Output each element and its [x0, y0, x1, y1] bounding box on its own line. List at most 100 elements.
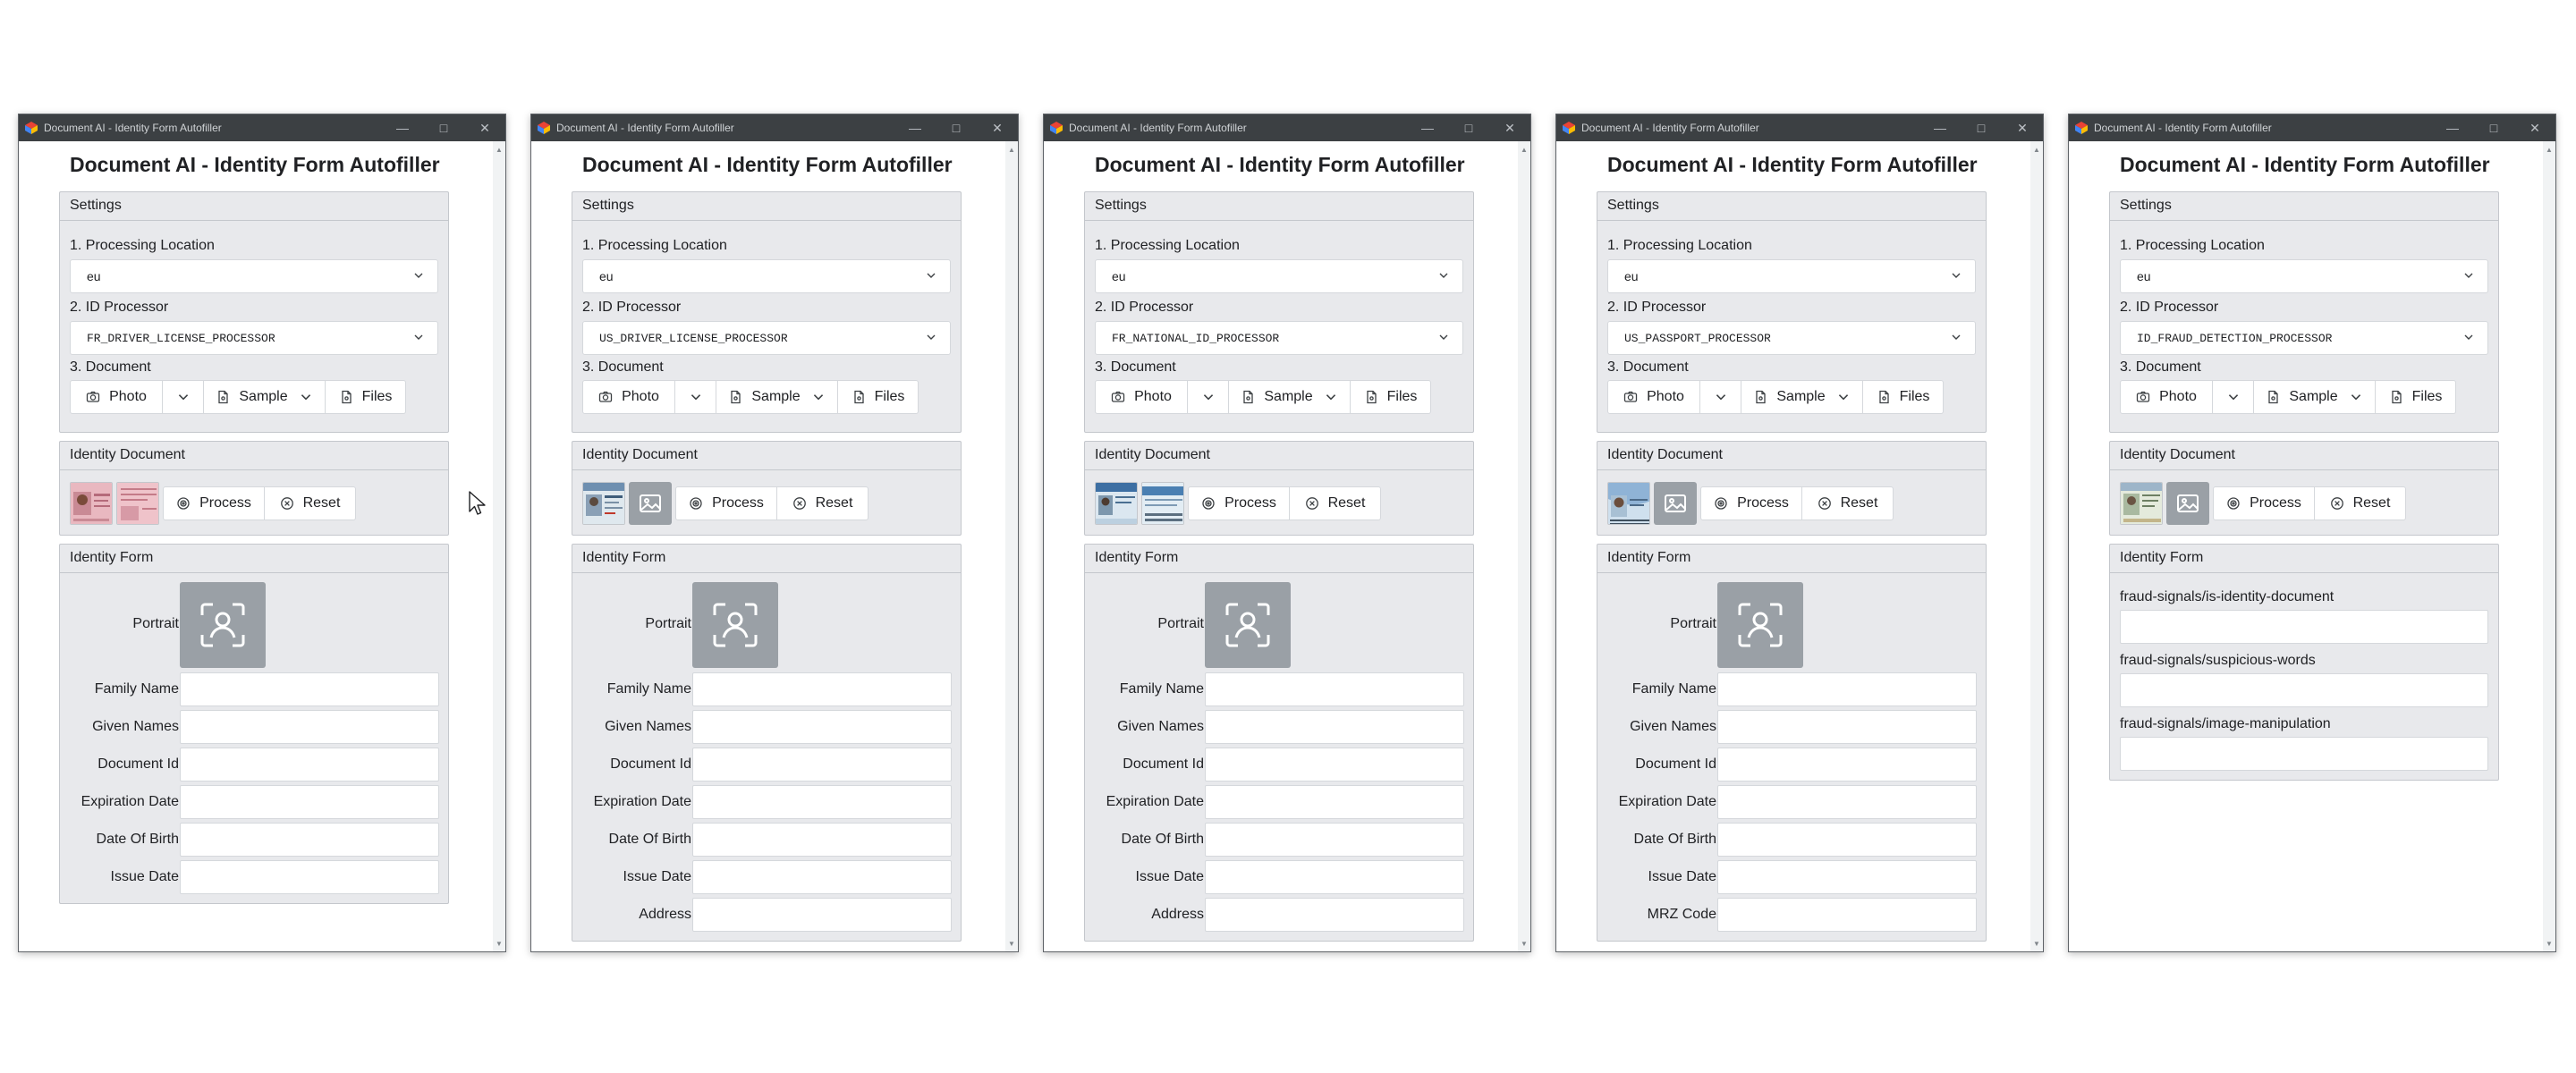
- reset-button[interactable]: Reset: [2315, 486, 2406, 520]
- form-field-input[interactable]: [1717, 672, 1977, 706]
- form-field-input[interactable]: [1717, 823, 1977, 857]
- photo-button[interactable]: Photo: [582, 380, 675, 414]
- reset-button[interactable]: Reset: [265, 486, 356, 520]
- fraud-signal-input[interactable]: [2120, 610, 2488, 644]
- photo-dropdown-button[interactable]: [1188, 380, 1229, 414]
- vertical-scrollbar[interactable]: ▲ ▼: [493, 141, 505, 951]
- minimize-button[interactable]: —: [2432, 114, 2473, 141]
- form-field-input[interactable]: [180, 710, 439, 744]
- scroll-down-arrow[interactable]: ▼: [493, 937, 505, 950]
- photo-dropdown-button[interactable]: [675, 380, 716, 414]
- form-field-input[interactable]: [692, 860, 952, 894]
- form-field-input[interactable]: [1205, 898, 1464, 932]
- form-field-input[interactable]: [1205, 672, 1464, 706]
- form-field-input[interactable]: [692, 785, 952, 819]
- close-button[interactable]: ✕: [2002, 114, 2043, 141]
- close-button[interactable]: ✕: [2514, 114, 2555, 141]
- minimize-button[interactable]: —: [1407, 114, 1448, 141]
- processing-location-select[interactable]: eu: [582, 259, 951, 293]
- scroll-up-arrow[interactable]: ▲: [2030, 143, 2043, 156]
- form-field-input[interactable]: [180, 672, 439, 706]
- form-field-input[interactable]: [692, 898, 952, 932]
- process-button[interactable]: Process: [163, 486, 265, 520]
- close-button[interactable]: ✕: [977, 114, 1018, 141]
- processing-location-select[interactable]: eu: [1607, 259, 1976, 293]
- scroll-up-arrow[interactable]: ▲: [493, 143, 505, 156]
- form-field-input[interactable]: [1717, 898, 1977, 932]
- window-titlebar[interactable]: Document AI - Identity Form Autofiller — □…: [2069, 114, 2555, 141]
- photo-button[interactable]: Photo: [1607, 380, 1700, 414]
- window-titlebar[interactable]: Document AI - Identity Form Autofiller — □…: [19, 114, 505, 141]
- files-button[interactable]: Files: [1863, 380, 1944, 414]
- form-field-input[interactable]: [1205, 748, 1464, 782]
- photo-button[interactable]: Photo: [2120, 380, 2213, 414]
- form-field-input[interactable]: [1717, 860, 1977, 894]
- fraud-signal-input[interactable]: [2120, 673, 2488, 707]
- id-processor-select[interactable]: ID_FRAUD_DETECTION_PROCESSOR: [2120, 321, 2488, 355]
- scroll-up-arrow[interactable]: ▲: [2543, 143, 2555, 156]
- scroll-up-arrow[interactable]: ▲: [1518, 143, 1530, 156]
- photo-dropdown-button[interactable]: [1700, 380, 1741, 414]
- form-field-input[interactable]: [692, 823, 952, 857]
- fraud-signal-input[interactable]: [2120, 737, 2488, 771]
- license-front-thumbnail[interactable]: [70, 482, 113, 525]
- form-field-input[interactable]: [1205, 823, 1464, 857]
- id-card-front-thumbnail[interactable]: [1095, 482, 1138, 525]
- sample-button[interactable]: Sample: [204, 380, 326, 414]
- portrait-icon[interactable]: [692, 582, 778, 668]
- reset-button[interactable]: Reset: [1802, 486, 1894, 520]
- close-button[interactable]: ✕: [1489, 114, 1530, 141]
- vertical-scrollbar[interactable]: ▲ ▼: [2030, 141, 2043, 951]
- window-titlebar[interactable]: Document AI - Identity Form Autofiller — □…: [1556, 114, 2043, 141]
- window-titlebar[interactable]: Document AI - Identity Form Autofiller — □…: [1044, 114, 1530, 141]
- photo-dropdown-button[interactable]: [163, 380, 204, 414]
- maximize-button[interactable]: □: [936, 114, 977, 141]
- window-titlebar[interactable]: Document AI - Identity Form Autofiller — □…: [531, 114, 1018, 141]
- photo-button[interactable]: Photo: [70, 380, 163, 414]
- process-button[interactable]: Process: [1700, 486, 1802, 520]
- files-button[interactable]: Files: [2376, 380, 2456, 414]
- id-card-back-thumbnail[interactable]: [1141, 482, 1184, 525]
- form-field-input[interactable]: [692, 710, 952, 744]
- sample-button[interactable]: Sample: [716, 380, 838, 414]
- id-processor-select[interactable]: FR_DRIVER_LICENSE_PROCESSOR: [70, 321, 438, 355]
- vertical-scrollbar[interactable]: ▲ ▼: [2543, 141, 2555, 951]
- maximize-button[interactable]: □: [1448, 114, 1489, 141]
- processing-location-select[interactable]: eu: [1095, 259, 1463, 293]
- scroll-down-arrow[interactable]: ▼: [1005, 937, 1018, 950]
- form-field-input[interactable]: [1205, 710, 1464, 744]
- scroll-down-arrow[interactable]: ▼: [2030, 937, 2043, 950]
- files-button[interactable]: Files: [326, 380, 406, 414]
- photo-dropdown-button[interactable]: [2213, 380, 2254, 414]
- id-processor-select[interactable]: FR_NATIONAL_ID_PROCESSOR: [1095, 321, 1463, 355]
- image-placeholder-icon[interactable]: [2166, 482, 2209, 525]
- maximize-button[interactable]: □: [2473, 114, 2514, 141]
- image-placeholder-icon[interactable]: [629, 482, 672, 525]
- process-button[interactable]: Process: [1188, 486, 1290, 520]
- sample-button[interactable]: Sample: [1229, 380, 1351, 414]
- reset-button[interactable]: Reset: [777, 486, 869, 520]
- sample-button[interactable]: Sample: [1741, 380, 1863, 414]
- processing-location-select[interactable]: eu: [70, 259, 438, 293]
- form-field-input[interactable]: [1717, 748, 1977, 782]
- id-processor-select[interactable]: US_PASSPORT_PROCESSOR: [1607, 321, 1976, 355]
- minimize-button[interactable]: —: [894, 114, 936, 141]
- minimize-button[interactable]: —: [382, 114, 423, 141]
- reset-button[interactable]: Reset: [1290, 486, 1381, 520]
- vertical-scrollbar[interactable]: ▲ ▼: [1005, 141, 1018, 951]
- portrait-icon[interactable]: [1717, 582, 1803, 668]
- form-field-input[interactable]: [1717, 785, 1977, 819]
- form-field-input[interactable]: [180, 823, 439, 857]
- photo-button[interactable]: Photo: [1095, 380, 1188, 414]
- license-back-thumbnail[interactable]: [116, 482, 159, 525]
- processing-location-select[interactable]: eu: [2120, 259, 2488, 293]
- portrait-icon[interactable]: [1205, 582, 1291, 668]
- image-placeholder-icon[interactable]: [1654, 482, 1697, 525]
- files-button[interactable]: Files: [838, 380, 919, 414]
- form-field-input[interactable]: [1205, 785, 1464, 819]
- form-field-input[interactable]: [1717, 710, 1977, 744]
- id-processor-select[interactable]: US_DRIVER_LICENSE_PROCESSOR: [582, 321, 951, 355]
- scroll-down-arrow[interactable]: ▼: [2543, 937, 2555, 950]
- passport-thumbnail[interactable]: [1607, 482, 1650, 525]
- close-button[interactable]: ✕: [464, 114, 505, 141]
